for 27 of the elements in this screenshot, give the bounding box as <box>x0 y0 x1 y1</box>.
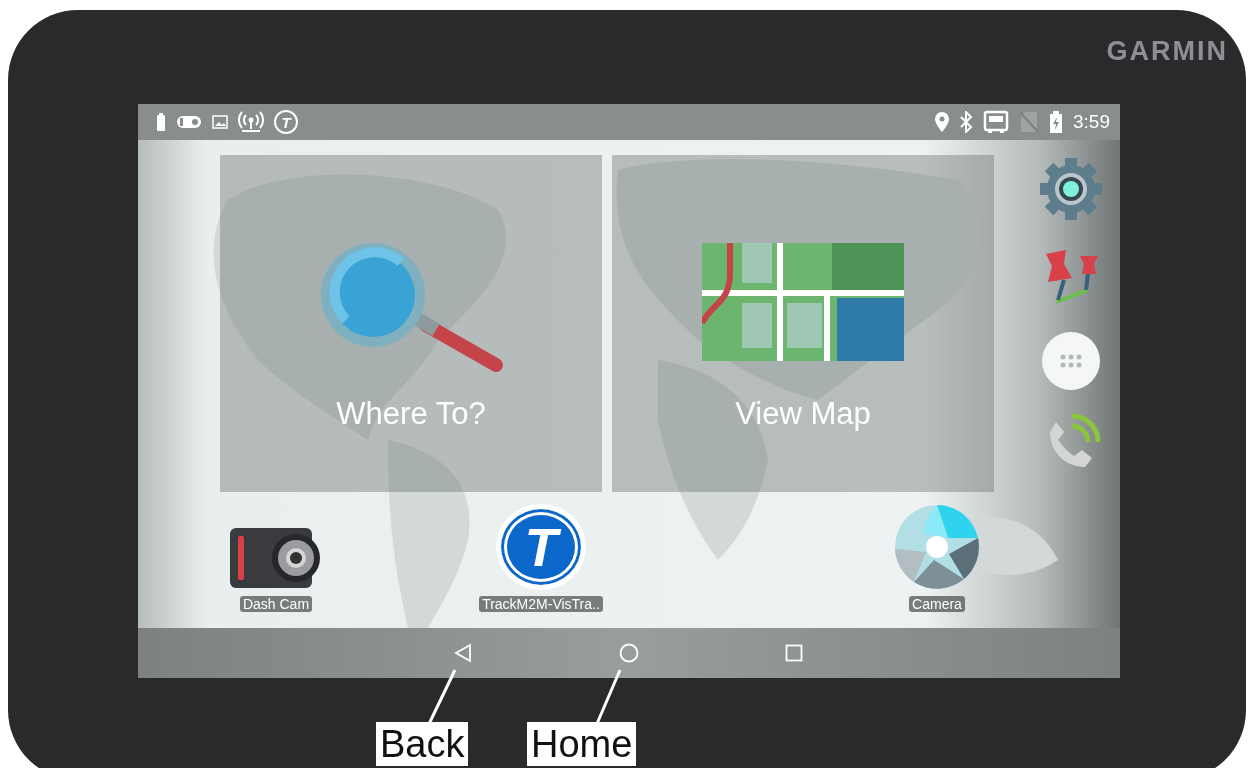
clock-time: 3:59 <box>1073 111 1110 133</box>
app-shortcut[interactable]: T TrackM2M-VisTra.. <box>456 504 626 612</box>
callout-label: Home <box>527 722 637 766</box>
app-drawer-button[interactable] <box>1042 332 1100 390</box>
settings-icon[interactable] <box>1038 156 1104 222</box>
app-logo-icon: T <box>496 504 586 590</box>
app-shortcut[interactable]: Camera <box>852 504 1022 612</box>
brand-logo: GARMIN <box>1106 35 1228 67</box>
battery-charging-icon <box>1049 111 1063 133</box>
grid-dots-icon <box>1059 353 1083 369</box>
aperture-icon <box>894 504 980 590</box>
battery-icon <box>156 113 166 131</box>
antenna-icon <box>238 111 264 133</box>
recents-icon[interactable] <box>785 644 803 662</box>
app-badge-icon: T <box>274 110 298 134</box>
image-icon <box>212 115 228 129</box>
app-shortcut[interactable]: Dash Cam <box>191 504 361 612</box>
location-pin-icon <box>935 112 949 132</box>
callout-label: Back <box>376 722 469 766</box>
bluetooth-icon <box>959 111 973 133</box>
truck-icon <box>983 110 1009 134</box>
map-icon <box>702 243 904 361</box>
no-sim-icon <box>1019 111 1039 133</box>
home-icon[interactable] <box>619 643 639 663</box>
toggle-icon <box>176 115 202 129</box>
dash-cam-icon <box>230 528 322 590</box>
back-icon[interactable] <box>454 643 472 663</box>
